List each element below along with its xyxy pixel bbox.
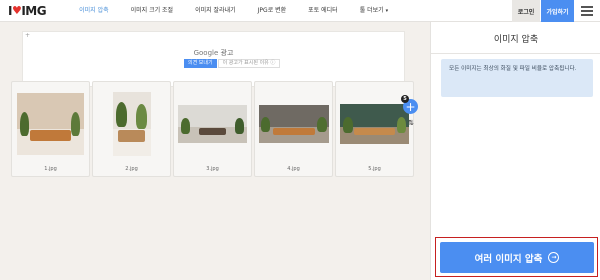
arrow-right-circle-icon: → [548, 252, 560, 263]
file-name: 5.jpg [368, 166, 381, 172]
compress-images-button[interactable]: 여러 이미지 압축 → [440, 242, 594, 273]
nav-compress[interactable]: 이미지 압축 [68, 0, 120, 22]
ad-buttons: 의견 보내기 이 광고가 표시된 이유 ⓘ [184, 59, 281, 68]
file-card[interactable]: 1.jpg [11, 81, 90, 177]
file-name: 4.jpg [287, 166, 300, 172]
file-thumbnail [336, 82, 413, 166]
file-card[interactable]: 3.jpg [173, 81, 252, 177]
ad-title-brand: Google [193, 49, 219, 57]
cta-highlight-frame: 여러 이미지 압축 → [435, 237, 598, 277]
login-button[interactable]: 로그인 [512, 0, 540, 22]
file-name: 2.jpg [125, 166, 138, 172]
signup-button[interactable]: 가입하기 [541, 0, 574, 22]
nav-crop[interactable]: 이미지 잘라내기 [184, 0, 247, 22]
file-card[interactable]: 4.jpg [254, 81, 333, 177]
nav-photo-editor[interactable]: 포토 에디터 [297, 0, 349, 22]
file-count-badge: 5 [401, 95, 409, 103]
hamburger-menu-icon[interactable] [581, 6, 593, 16]
main-nav: 이미지 압축 이미지 크기 조절 이미지 잘라내기 JPG로 변환 포토 에디터… [68, 0, 399, 22]
google-ad-banner[interactable]: + Google 광고 의견 보내기 이 광고가 표시된 이유 ⓘ [22, 31, 405, 87]
compress-images-label: 여러 이미지 압축 [474, 253, 543, 265]
ad-corner-marker: + [25, 32, 31, 39]
nav-more-tools[interactable]: 툴 더보기 ▾ [349, 0, 399, 22]
chevron-down-icon: ▾ [385, 7, 389, 14]
file-thumbnail [255, 82, 332, 166]
logo-text-img: IMG [21, 3, 47, 18]
nav-more-tools-label: 툴 더보기 [359, 6, 384, 14]
ad-why-button[interactable]: 이 광고가 표시된 이유 ⓘ [217, 59, 281, 68]
file-grid: 1.jpg 2.jpg 3.jpg 4.jpg 5.jpg [11, 81, 421, 201]
sidebar-title: 이미지 압축 [493, 35, 539, 45]
top-navbar: I ♥ IMG 이미지 압축 이미지 크기 조절 이미지 잘라내기 JPG로 변… [0, 0, 600, 22]
ad-title-text: 광고 [218, 49, 234, 57]
file-name: 1.jpg [44, 166, 57, 172]
ilovimg-logo[interactable]: I ♥ IMG [8, 0, 47, 22]
options-sidebar: 이미지 압축 모든 이미지는 최상의 화질 및 파일 비율로 압축됩니다. 여러… [430, 22, 600, 280]
file-thumbnail [12, 82, 89, 166]
nav-convert-jpg[interactable]: JPG로 변환 [247, 0, 298, 22]
nav-resize[interactable]: 이미지 크기 조절 [120, 0, 184, 22]
workspace: + Google 광고 의견 보내기 이 광고가 표시된 이유 ⓘ 1.jpg [0, 22, 430, 280]
sidebar-divider [431, 53, 600, 54]
file-thumbnail [174, 82, 251, 166]
sort-icon[interactable]: ⇅ [405, 120, 417, 132]
file-card[interactable]: 2.jpg [92, 81, 171, 177]
file-name: 3.jpg [206, 166, 219, 172]
file-thumbnail [93, 82, 170, 166]
ad-feedback-button[interactable]: 의견 보내기 [184, 59, 217, 68]
ad-title: Google 광고 [23, 48, 404, 58]
heart-icon: ♥ [11, 4, 22, 17]
info-message: 모든 이미지는 최상의 화질 및 파일 비율로 압축됩니다. [441, 59, 593, 97]
